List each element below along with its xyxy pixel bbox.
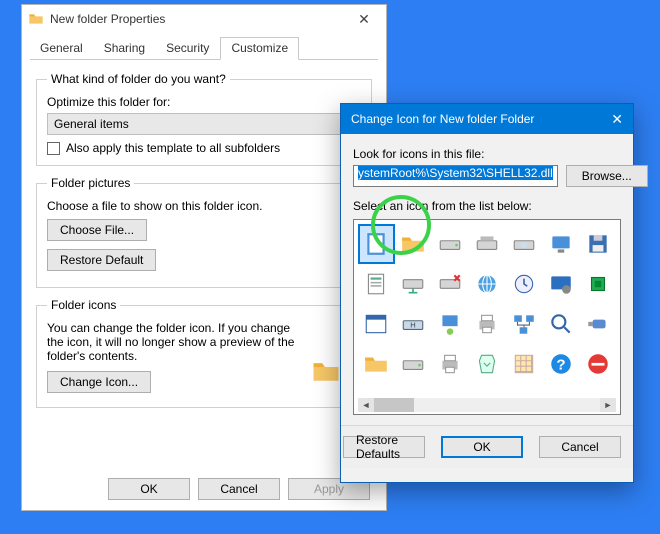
tab-security[interactable]: Security [156,38,219,59]
folder-pictures-desc: Choose a file to show on this folder ico… [47,199,361,213]
group-folder-icons-legend: Folder icons [47,298,120,312]
group-folder-icons: Folder icons You can change the folder i… [36,298,372,408]
drive-h-icon[interactable]: H [395,304,432,344]
change-icon-titlebar: Change Icon for New folder Folder ✕ [341,104,633,134]
usb-drive-icon[interactable] [579,304,616,344]
printer-icon[interactable] [469,304,506,344]
folder-icons-desc: You can change the folder icon. If you c… [47,321,307,363]
tabstrip: General Sharing Security Customize [30,37,378,60]
ok-button[interactable]: OK [108,478,190,500]
select-icon-label: Select an icon from the list below: [353,199,621,213]
change-icon-buttons: Restore Defaults OK Cancel [341,425,633,468]
cancel-button[interactable]: Cancel [198,478,280,500]
cd-drive-icon[interactable] [505,224,542,264]
scroll-right-button[interactable]: ► [600,398,616,412]
folder-icon[interactable] [395,224,432,264]
svg-text:H: H [411,320,416,329]
globe-icon[interactable] [469,264,506,304]
properties-title: New folder Properties [50,12,348,26]
group-folder-type: What kind of folder do you want? Optimiz… [36,72,372,166]
grid-icon[interactable] [505,344,542,384]
folder-icon [28,11,44,27]
properties-body: What kind of folder do you want? Optimiz… [22,60,386,426]
horizontal-scrollbar[interactable]: ◄ ► [358,398,616,412]
icon-grid: H? [358,224,616,384]
restore-default-button[interactable]: Restore Default [47,249,156,271]
floppy-icon[interactable] [579,224,616,264]
close-button[interactable]: ✕ [348,11,380,28]
clock-icon[interactable] [505,264,542,304]
monitor-settings-icon[interactable] [542,264,579,304]
properties-window: New folder Properties ✕ General Sharing … [21,4,387,511]
properties-buttons: OK Cancel Apply [22,478,386,500]
checkbox-icon[interactable] [47,142,60,155]
properties-titlebar: New folder Properties ✕ [22,5,386,33]
tab-general[interactable]: General [30,38,93,59]
network-drive-icon[interactable] [395,264,432,304]
change-icon-dialog: Change Icon for New folder Folder ✕ Look… [340,103,634,483]
folder2-icon[interactable] [358,344,395,384]
page-icon[interactable] [358,264,395,304]
error-icon[interactable] [579,344,616,384]
printer2-icon[interactable] [432,344,469,384]
cancel-button[interactable]: Cancel [539,436,621,458]
group-folder-pictures-legend: Folder pictures [47,176,134,190]
optimize-combo[interactable]: General items ▾ [47,113,361,135]
group-folder-type-legend: What kind of folder do you want? [47,72,230,86]
icon-path-input[interactable]: ystemRoot%\System32\SHELL32.dll [353,165,558,187]
scrollbar-thumb[interactable] [374,398,414,412]
scrollbar-track[interactable] [374,398,600,412]
scroll-left-button[interactable]: ◄ [358,398,374,412]
blank-document-icon[interactable] [358,224,395,264]
change-icon-title: Change Icon for New folder Folder [351,112,593,126]
close-button[interactable]: ✕ [593,111,623,128]
network-pc-icon[interactable] [432,304,469,344]
group-folder-pictures: Folder pictures Choose a file to show on… [36,176,372,288]
svg-text:?: ? [556,356,565,373]
window-icon[interactable] [358,304,395,344]
change-icon-body: Look for icons in this file: ystemRoot%\… [341,134,633,425]
computer-icon[interactable] [542,224,579,264]
optimize-combo-value: General items [54,117,129,131]
look-for-label: Look for icons in this file: [353,147,621,161]
apply-subfolders-label: Also apply this template to all subfolde… [66,141,280,155]
icon-list: H? ◄ ► [353,219,621,415]
drive2-icon[interactable] [395,344,432,384]
help-icon[interactable]: ? [542,344,579,384]
ok-button[interactable]: OK [441,436,523,458]
optimize-label: Optimize this folder for: [47,95,361,109]
network-icon[interactable] [505,304,542,344]
magnifier-icon[interactable] [542,304,579,344]
change-icon-button[interactable]: Change Icon... [47,371,151,393]
recycle-icon[interactable] [469,344,506,384]
drive-icon[interactable] [432,224,469,264]
tab-customize[interactable]: Customize [220,37,299,60]
choose-file-button[interactable]: Choose File... [47,219,147,241]
drive-open-icon[interactable] [469,224,506,264]
chip-icon[interactable] [579,264,616,304]
tab-sharing[interactable]: Sharing [94,38,155,59]
browse-button[interactable]: Browse... [566,165,648,187]
icon-path-value: ystemRoot%\System32\SHELL32.dll [358,166,553,180]
apply-subfolders-row[interactable]: Also apply this template to all subfolde… [47,141,361,155]
restore-defaults-button[interactable]: Restore Defaults [343,436,425,458]
network-drive-x-icon[interactable] [432,264,469,304]
